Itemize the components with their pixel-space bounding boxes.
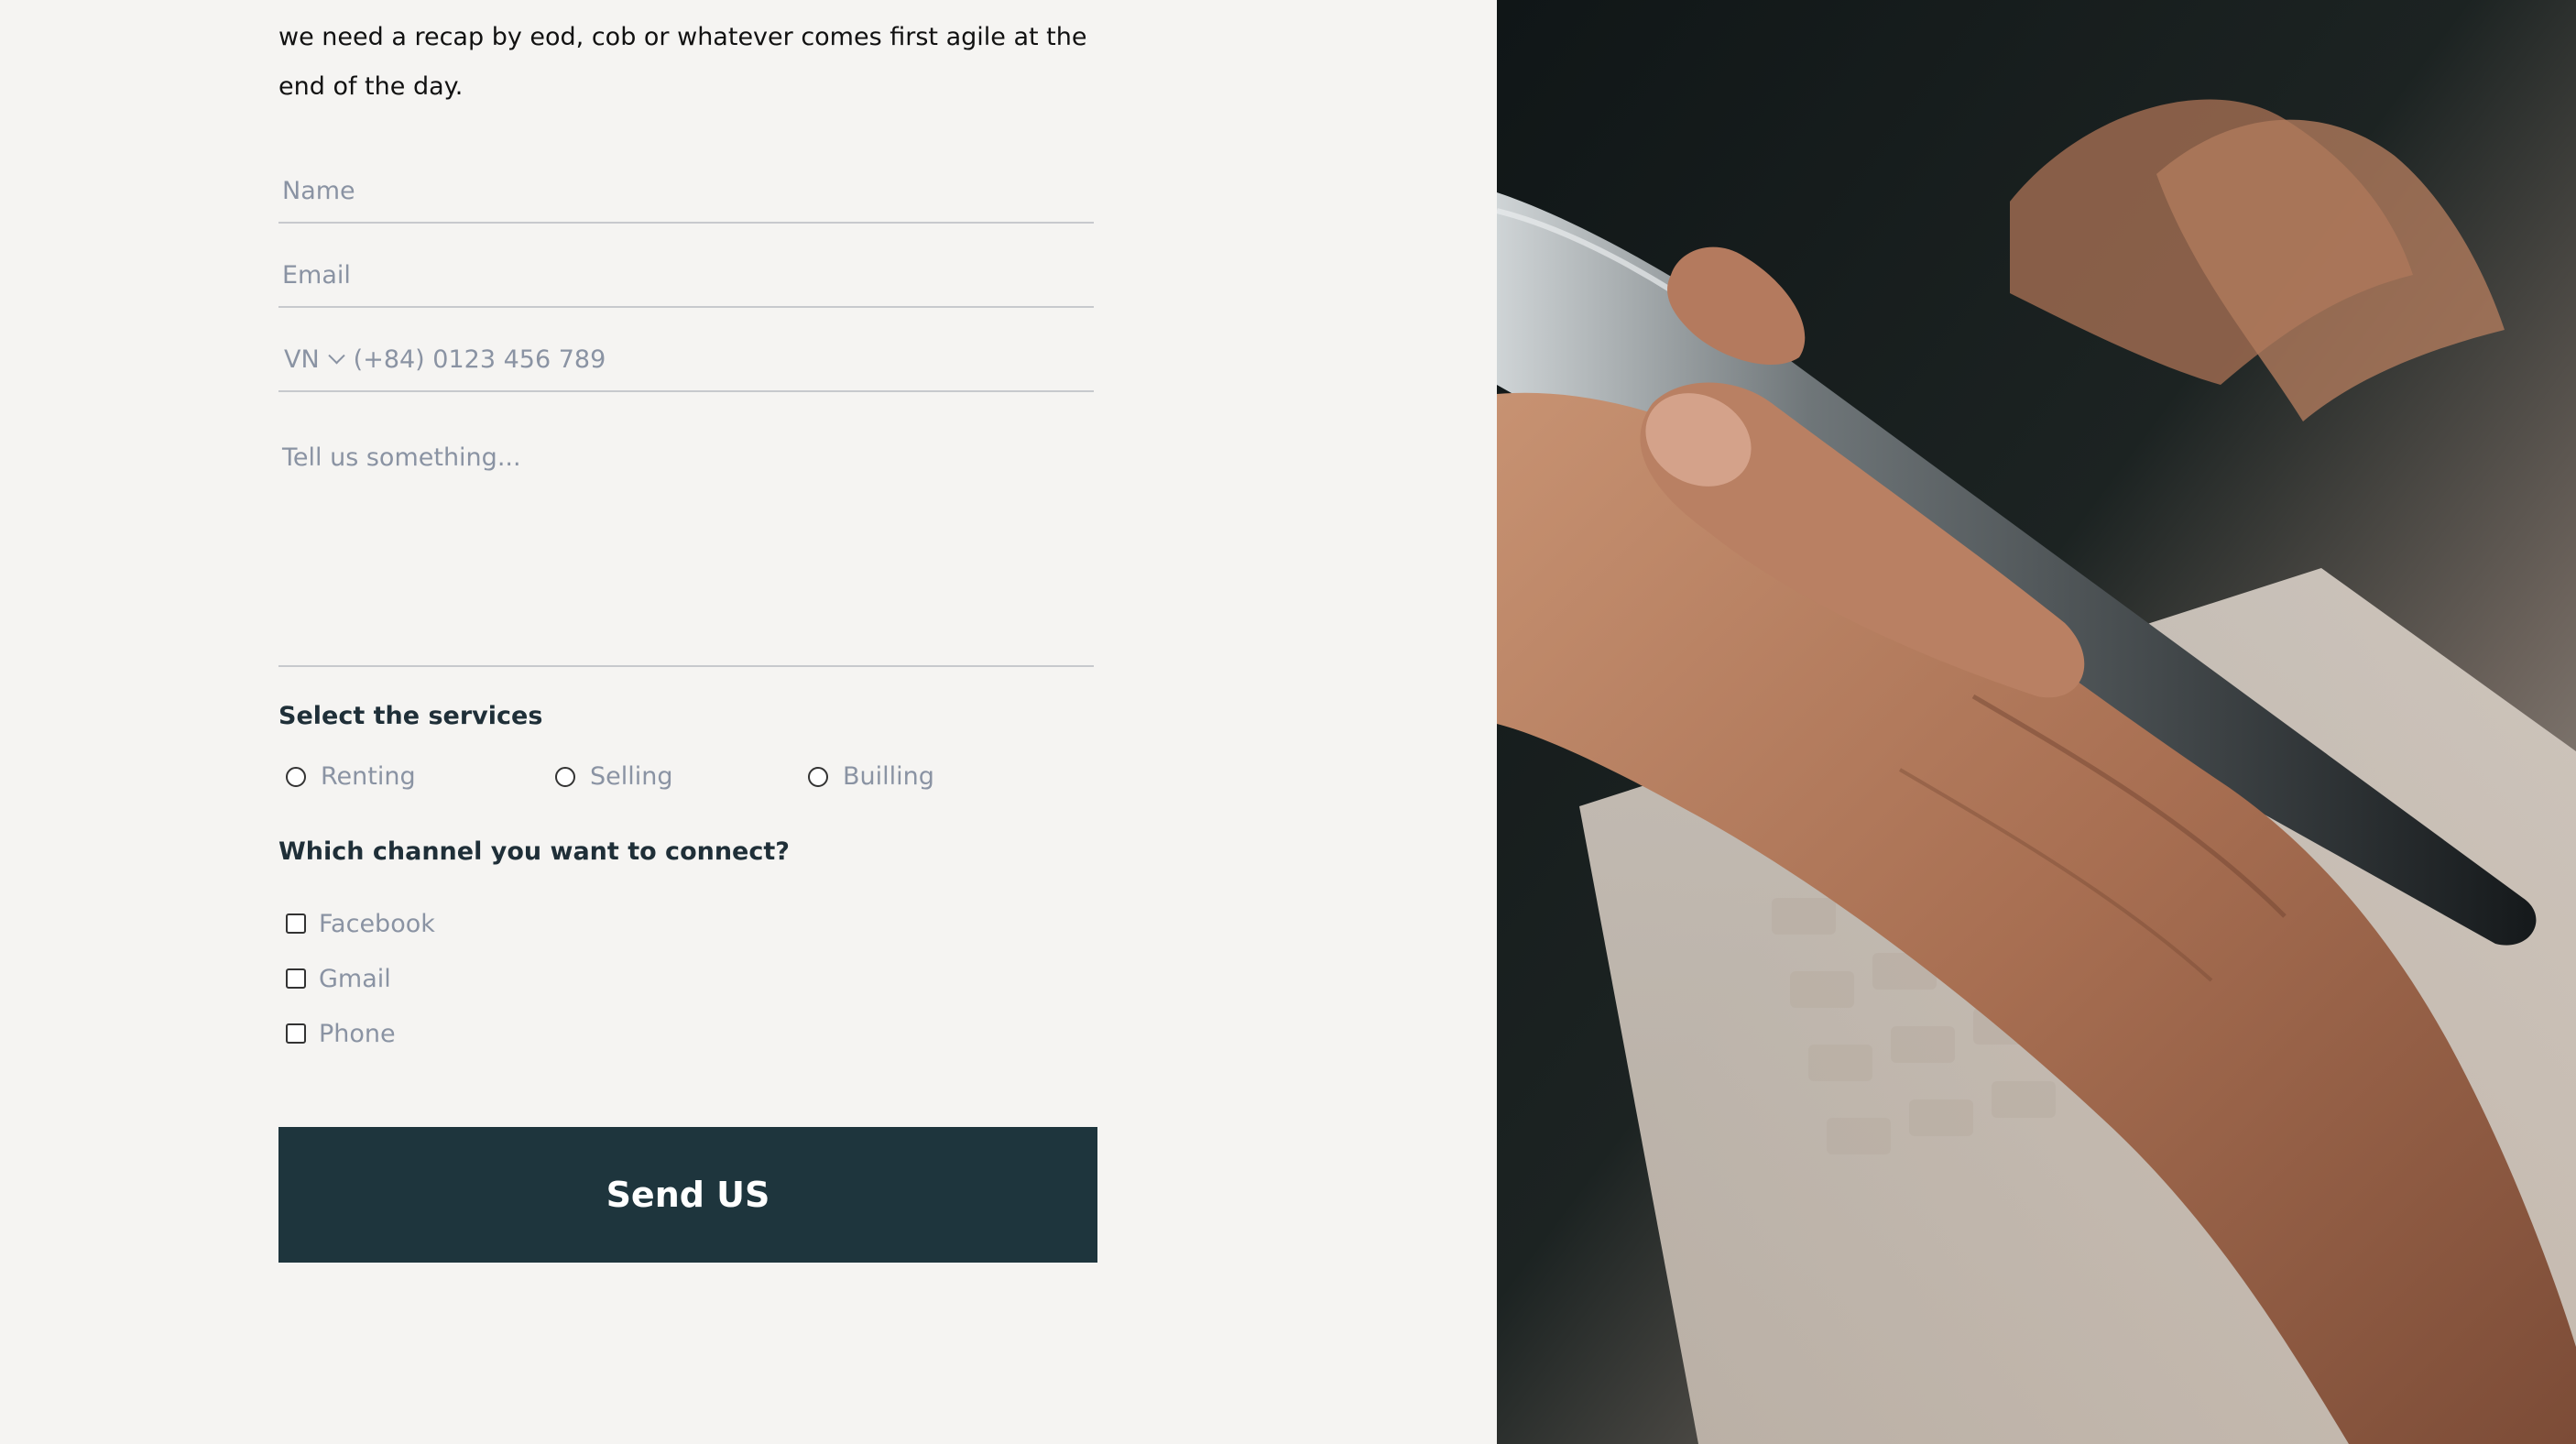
radio-selling[interactable]: Selling (555, 762, 673, 791)
radio-button[interactable] (808, 766, 828, 787)
radio-renting[interactable]: Renting (286, 762, 416, 791)
radio-label: Builling (843, 762, 934, 791)
channel-label: Which channel you want to connect? (278, 837, 790, 866)
contact-form-panel: we need a recap by eod, cob or whatever … (0, 0, 1497, 1444)
message-field[interactable] (278, 440, 1094, 667)
photo-illustration (1497, 0, 2576, 1444)
radio-builling[interactable]: Builling (808, 762, 934, 791)
radio-label: Renting (321, 762, 416, 791)
channel-checkbox-group: Facebook Gmail Phone (286, 905, 652, 1070)
radio-button[interactable] (286, 766, 306, 787)
name-field[interactable] (278, 170, 1094, 224)
checkbox-gmail[interactable]: Gmail (286, 960, 652, 997)
email-input[interactable] (278, 255, 1094, 295)
radio-label: Selling (590, 762, 673, 791)
checkbox[interactable] (286, 913, 306, 934)
checkbox[interactable] (286, 1023, 306, 1044)
checkbox-phone[interactable]: Phone (286, 1015, 652, 1052)
phone-field[interactable]: VN (278, 339, 1094, 392)
phone-input[interactable] (353, 339, 1050, 379)
message-textarea[interactable] (278, 440, 1094, 651)
hand-holding-smartphone-photo (1497, 0, 2576, 1444)
checkbox-label: Phone (319, 1019, 396, 1048)
checkbox[interactable] (286, 968, 306, 989)
country-code-select[interactable]: VN (278, 339, 345, 379)
intro-text: we need a recap by eod, cob or whatever … (278, 23, 1087, 101)
services-label: Select the services (278, 702, 543, 730)
country-code-label: VN (284, 345, 320, 374)
radio-button[interactable] (555, 766, 575, 787)
name-input[interactable] (278, 170, 1094, 211)
send-button[interactable]: Send US (278, 1127, 1097, 1263)
services-radio-group: Renting Selling Builling (286, 762, 1110, 799)
checkbox-label: Facebook (319, 909, 435, 938)
chevron-down-icon (327, 346, 345, 364)
checkbox-label: Gmail (319, 964, 391, 993)
email-field[interactable] (278, 255, 1094, 308)
checkbox-facebook[interactable]: Facebook (286, 905, 652, 942)
